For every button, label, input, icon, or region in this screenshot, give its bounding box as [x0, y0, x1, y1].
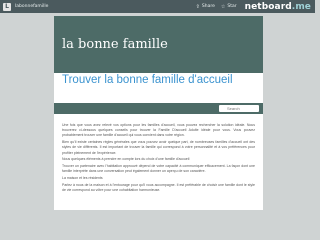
site-title[interactable]: la bonne famille: [62, 37, 168, 52]
paragraph: Trouver un partenaire avec l'habitation …: [62, 164, 255, 174]
share-button[interactable]: ⇪ Share: [196, 4, 215, 10]
logo-main: netboard: [244, 1, 292, 12]
post-panel: Trouver la bonne famille d'accueil ⌕ Une…: [54, 73, 263, 210]
site-name-link[interactable]: labonnefamille: [15, 4, 48, 9]
site-avatar[interactable]: L: [3, 2, 11, 11]
paragraph: Nous quelques éléments à prendre en comp…: [62, 157, 190, 162]
site-header: la bonne famille: [54, 16, 263, 73]
paragraph: Bien qu'il existe certaines règles génér…: [62, 140, 255, 155]
netboard-logo[interactable]: netboard.me: [245, 2, 311, 12]
search-input[interactable]: [219, 105, 259, 112]
post-title[interactable]: Trouver la bonne famille d'accueil: [62, 73, 233, 87]
share-label: Share: [201, 4, 215, 9]
paragraph: Parlez à nous de la maison et à l'entour…: [62, 183, 255, 193]
logo-suffix: .me: [291, 1, 311, 12]
top-bar: L labonnefamille ⇪ Share ☆ Star netboard…: [0, 0, 315, 13]
star-button[interactable]: ☆ Star: [221, 4, 237, 10]
paragraph: Une fois que vous avez relevé vos option…: [62, 123, 255, 138]
post-content: Une fois que vous avez relevé vos option…: [62, 123, 255, 195]
search-strip: ⌕: [54, 103, 263, 114]
share-icon: ⇪: [195, 3, 200, 10]
top-bar-actions: ⇪ Share ☆ Star netboard.me: [190, 0, 311, 13]
paragraph: La maison et les résidents: [62, 176, 103, 181]
star-label: Star: [227, 4, 237, 9]
star-icon: ☆: [220, 3, 226, 10]
